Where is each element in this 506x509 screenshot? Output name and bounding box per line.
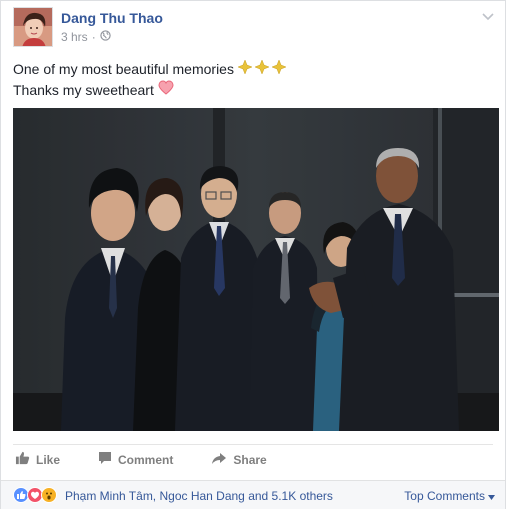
reaction-icons[interactable] [13, 487, 57, 503]
author-name[interactable]: Dang Thu Thao [61, 10, 163, 26]
meta-separator: · [91, 30, 96, 44]
likers-summary[interactable]: Phạm Minh Tâm, Ngoc Han Dang and 5.1K ot… [65, 489, 333, 503]
post-options-chevron-icon[interactable] [481, 9, 495, 21]
caret-down-icon [488, 489, 495, 503]
post-card: Dang Thu Thao 3 hrs · One of my most bea… [0, 0, 506, 509]
post-time[interactable]: 3 hrs [61, 30, 88, 44]
comment-bubble-icon [98, 451, 112, 468]
post-actions: Like Comment Share [13, 444, 493, 474]
post-line-2: Thanks my sweetheart [13, 81, 154, 98]
sparkles-icon [237, 59, 290, 80]
thumbs-up-icon [15, 451, 30, 468]
comment-label: Comment [118, 452, 174, 467]
comment-button[interactable]: Comment [98, 451, 173, 468]
like-label: Like [36, 452, 61, 467]
share-button[interactable]: Share [211, 452, 267, 468]
post-meta: 3 hrs · [61, 30, 111, 44]
share-label: Share [233, 452, 267, 467]
share-arrow-icon [211, 452, 227, 468]
globe-icon[interactable] [100, 30, 111, 44]
author-avatar[interactable] [13, 7, 53, 47]
post-photo[interactable] [13, 108, 499, 431]
heart-icon [158, 80, 174, 100]
reactions-footer: Phạm Minh Tâm, Ngoc Han Dang and 5.1K ot… [1, 480, 505, 509]
post-text: One of my most beautiful memories Thanks… [13, 59, 290, 100]
wow-reaction-icon [41, 487, 57, 503]
post-line-1: One of my most beautiful memories [13, 61, 234, 77]
top-comments-label: Top Comments [404, 489, 485, 503]
top-comments-dropdown[interactable]: Top Comments [404, 489, 495, 503]
like-button[interactable]: Like [15, 451, 60, 468]
